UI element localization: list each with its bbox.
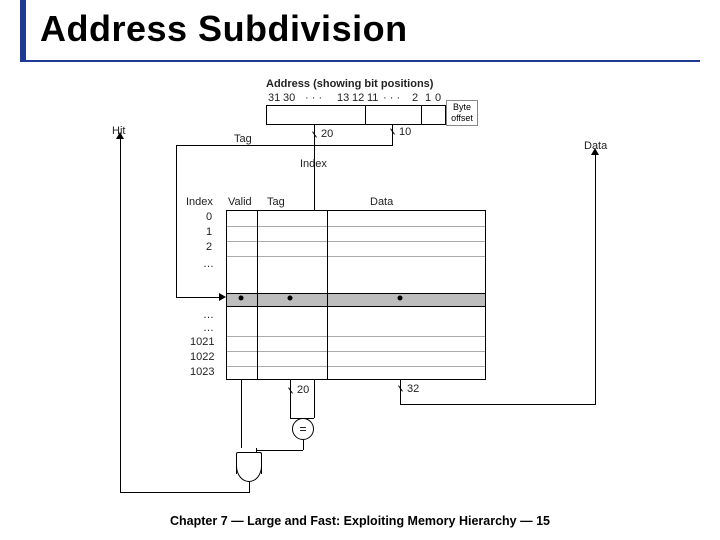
address-subdivision-diagram: Address (showing bit positions) 31 30 · …: [100, 78, 620, 498]
tag-tap-dot: [288, 296, 293, 301]
col-valid: Valid: [228, 196, 252, 208]
bit-dots-b: · · ·: [383, 92, 400, 104]
tag-width: 20: [321, 128, 333, 140]
row-dots-2: …: [203, 309, 214, 321]
valid-tap-dot: [239, 296, 244, 301]
data-width: 32: [407, 383, 419, 395]
bit-30: 30: [283, 92, 295, 104]
col-data: Data: [370, 196, 393, 208]
page-title: Address Subdivision: [40, 8, 408, 50]
col-index: Index: [186, 196, 213, 208]
row-2: 2: [206, 241, 212, 253]
col-tag: Tag: [267, 196, 285, 208]
row-1021: 1021: [190, 336, 214, 348]
bit-13: 13: [337, 92, 349, 104]
arrowhead-up-icon: [591, 148, 599, 155]
bit-dots-a: · · ·: [305, 92, 322, 104]
and-gate-icon: [236, 452, 262, 482]
bit-2: 2: [412, 92, 418, 104]
row-dots-1: …: [203, 258, 214, 270]
index-width: 10: [399, 126, 411, 138]
cache-table: [226, 210, 486, 380]
bit-0: 0: [435, 92, 441, 104]
bit-12: 12: [352, 92, 364, 104]
address-caption: Address (showing bit positions): [266, 78, 433, 90]
slide-footer: Chapter 7 — Large and Fast: Exploiting M…: [0, 514, 720, 528]
comparator-equal-icon: =: [292, 418, 314, 440]
row-1: 1: [206, 226, 212, 238]
tag-compare-width: 20: [297, 384, 309, 396]
row-1022: 1022: [190, 351, 214, 363]
tag-label: Tag: [234, 133, 252, 145]
bit-11: 11: [367, 92, 378, 104]
arrowhead-right-icon: [219, 293, 226, 301]
data-tap-dot: [398, 296, 403, 301]
row-dots-3: …: [203, 322, 214, 334]
byte-offset-label: Byte offset: [446, 100, 478, 126]
row-1023: 1023: [190, 366, 214, 378]
row-0: 0: [206, 211, 212, 223]
hit-arrowhead-up-icon: [116, 132, 124, 139]
bit-1: 1: [425, 92, 431, 104]
address-register: [266, 105, 446, 125]
bit-31: 31: [268, 92, 280, 104]
